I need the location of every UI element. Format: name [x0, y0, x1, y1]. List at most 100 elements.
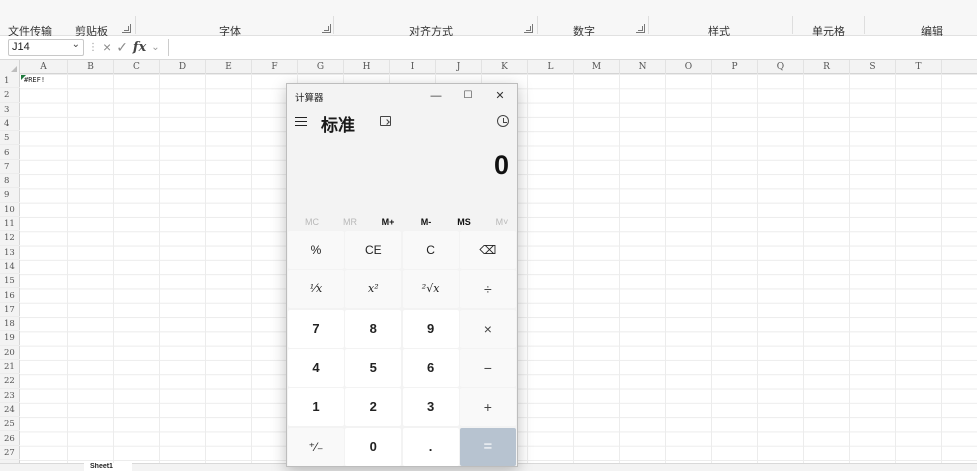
- clear-button[interactable]: C: [402, 231, 459, 269]
- row-header[interactable]: 8: [0, 174, 20, 189]
- memory-button-mplus[interactable]: M+: [369, 212, 407, 232]
- row-header[interactable]: 24: [0, 403, 20, 418]
- row-header[interactable]: 22: [0, 374, 20, 389]
- digit-5-button[interactable]: 5: [345, 348, 402, 387]
- memory-button-m: M˅: [495, 217, 509, 227]
- row-header[interactable]: 23: [0, 389, 20, 403]
- digit-9-button[interactable]: 9: [402, 309, 459, 348]
- column-header[interactable]: P: [712, 60, 758, 74]
- sheet-tab-active[interactable]: Sheet1: [84, 463, 132, 471]
- alignment-launcher-icon[interactable]: [524, 24, 533, 33]
- column-header[interactable]: G: [298, 60, 344, 74]
- subtract-button[interactable]: −: [459, 348, 516, 387]
- row-header[interactable]: 20: [0, 346, 20, 360]
- square-root-button[interactable]: ²√x: [402, 270, 459, 309]
- minimize-button[interactable]: —: [420, 84, 452, 108]
- negate-button[interactable]: ⁺⁄₋: [288, 427, 344, 466]
- digit-3-button[interactable]: 3: [402, 388, 459, 427]
- column-header[interactable]: I: [390, 60, 436, 74]
- column-header[interactable]: M: [574, 60, 620, 74]
- row-header[interactable]: 7: [0, 160, 20, 175]
- digit-2-button[interactable]: 2: [345, 388, 402, 427]
- memory-button-ms[interactable]: MS: [445, 212, 483, 232]
- row-header[interactable]: 5: [0, 131, 20, 146]
- gridline: [113, 74, 114, 471]
- multiply-button[interactable]: ×: [459, 309, 516, 348]
- select-all-corner[interactable]: [0, 60, 20, 74]
- row-header[interactable]: 6: [0, 146, 20, 160]
- column-header[interactable]: T: [896, 60, 942, 74]
- clipboard-launcher-icon[interactable]: [122, 24, 131, 33]
- chevron-down-icon[interactable]: ⌄: [72, 39, 80, 50]
- digit-8-button[interactable]: 8: [345, 309, 402, 348]
- row-header[interactable]: 11: [0, 217, 20, 232]
- number-launcher-icon[interactable]: [636, 24, 645, 33]
- row-header[interactable]: 13: [0, 246, 20, 260]
- add-button[interactable]: +: [459, 388, 516, 427]
- name-box[interactable]: J14 ⌄: [8, 39, 84, 56]
- cell-a1[interactable]: #REF!: [21, 75, 69, 85]
- backspace-button[interactable]: ⌫: [459, 231, 516, 269]
- column-header[interactable]: O: [666, 60, 712, 74]
- row-header[interactable]: 15: [0, 274, 20, 289]
- enter-icon[interactable]: ✓: [116, 39, 128, 56]
- row-header[interactable]: 25: [0, 417, 20, 432]
- column-header[interactable]: H: [344, 60, 390, 74]
- column-header[interactable]: A: [20, 60, 68, 74]
- row-header[interactable]: 10: [0, 203, 20, 217]
- more-icon[interactable]: ⋮: [88, 42, 98, 53]
- column-header[interactable]: J: [436, 60, 482, 74]
- digit-4-button[interactable]: 4: [288, 348, 344, 387]
- decimal-button[interactable]: .: [402, 427, 459, 466]
- row-header[interactable]: 4: [0, 117, 20, 132]
- gridline: [849, 74, 850, 471]
- row-header[interactable]: 3: [0, 103, 20, 117]
- column-header[interactable]: K: [482, 60, 528, 74]
- chevron-down-icon[interactable]: ⌄: [151, 42, 159, 53]
- column-header[interactable]: N: [620, 60, 666, 74]
- row-header[interactable]: 12: [0, 231, 20, 246]
- column-header[interactable]: F: [252, 60, 298, 74]
- row-header[interactable]: 2: [0, 88, 20, 103]
- column-header[interactable]: B: [68, 60, 114, 74]
- font-launcher-icon[interactable]: [322, 24, 331, 33]
- divide-button[interactable]: ÷: [459, 270, 516, 309]
- calculator-titlebar[interactable]: 计算器 — ☐ ✕: [287, 84, 517, 108]
- column-header[interactable]: R: [804, 60, 850, 74]
- column-header[interactable]: S: [850, 60, 896, 74]
- digit-1-button[interactable]: 1: [288, 388, 344, 427]
- close-button[interactable]: ✕: [484, 84, 516, 108]
- row-header[interactable]: 14: [0, 260, 20, 275]
- row-header[interactable]: 16: [0, 289, 20, 303]
- row-header[interactable]: 19: [0, 331, 20, 346]
- digit-0-button[interactable]: 0: [345, 427, 402, 466]
- percent-button[interactable]: %: [288, 231, 344, 269]
- ribbon-divider: [333, 16, 334, 34]
- column-header[interactable]: L: [528, 60, 574, 74]
- formula-input[interactable]: [168, 39, 973, 56]
- row-header[interactable]: 18: [0, 317, 20, 332]
- row-header[interactable]: 9: [0, 188, 20, 203]
- history-icon[interactable]: [497, 115, 509, 127]
- hamburger-menu-icon[interactable]: [295, 117, 307, 127]
- cancel-icon[interactable]: ×: [103, 39, 111, 55]
- column-header[interactable]: E: [206, 60, 252, 74]
- clear-entry-button[interactable]: CE: [345, 231, 402, 269]
- insert-function-icon[interactable]: fx: [133, 40, 146, 55]
- row-header[interactable]: 21: [0, 360, 20, 375]
- digit-6-button[interactable]: 6: [402, 348, 459, 387]
- square-button[interactable]: x²: [345, 270, 402, 309]
- column-header[interactable]: C: [114, 60, 160, 74]
- digit-7-button[interactable]: 7: [288, 309, 344, 348]
- memory-button-mminus[interactable]: M-: [407, 212, 445, 232]
- column-header[interactable]: D: [160, 60, 206, 74]
- keep-on-top-icon[interactable]: [380, 116, 391, 126]
- maximize-button[interactable]: ☐: [452, 84, 484, 108]
- row-header[interactable]: 27: [0, 446, 20, 461]
- row-header[interactable]: 1: [0, 74, 20, 89]
- row-header[interactable]: 17: [0, 303, 20, 318]
- reciprocal-button[interactable]: ¹⁄x: [288, 270, 344, 309]
- equals-button[interactable]: =: [459, 427, 516, 466]
- row-header[interactable]: 26: [0, 432, 20, 446]
- column-header[interactable]: Q: [758, 60, 804, 74]
